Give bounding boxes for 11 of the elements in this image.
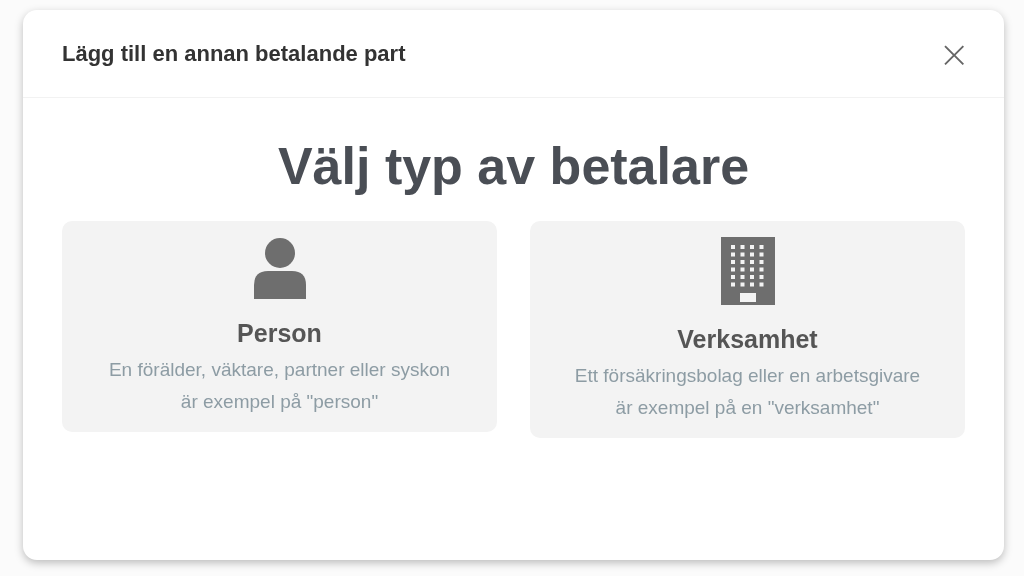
- building-icon: [720, 237, 775, 306]
- card-title: Verksamhet: [677, 325, 818, 355]
- card-description: En förälder, väktare, partner eller syskon är exempel på "person": [107, 358, 452, 415]
- dialog-title: Lägg till en annan betalande part: [62, 40, 406, 67]
- payer-type-card[interactable]: Person En förälder, väktare, partner eller syskon är exempel på "person": [62, 221, 497, 433]
- close-button[interactable]: ×: [934, 34, 974, 73]
- payer-type-card[interactable]: Verksamhet Ett försäkringsbolag eller en arbetsgivare är exempel på en "verksamhet": [530, 221, 965, 439]
- card-title: Person: [237, 319, 322, 349]
- person-icon: [251, 237, 308, 300]
- card-description: Ett försäkringsbolag eller en arbetsgivare är exempel på en "verksamhet": [573, 364, 922, 421]
- heading: Välj typ av betalare: [276, 138, 751, 196]
